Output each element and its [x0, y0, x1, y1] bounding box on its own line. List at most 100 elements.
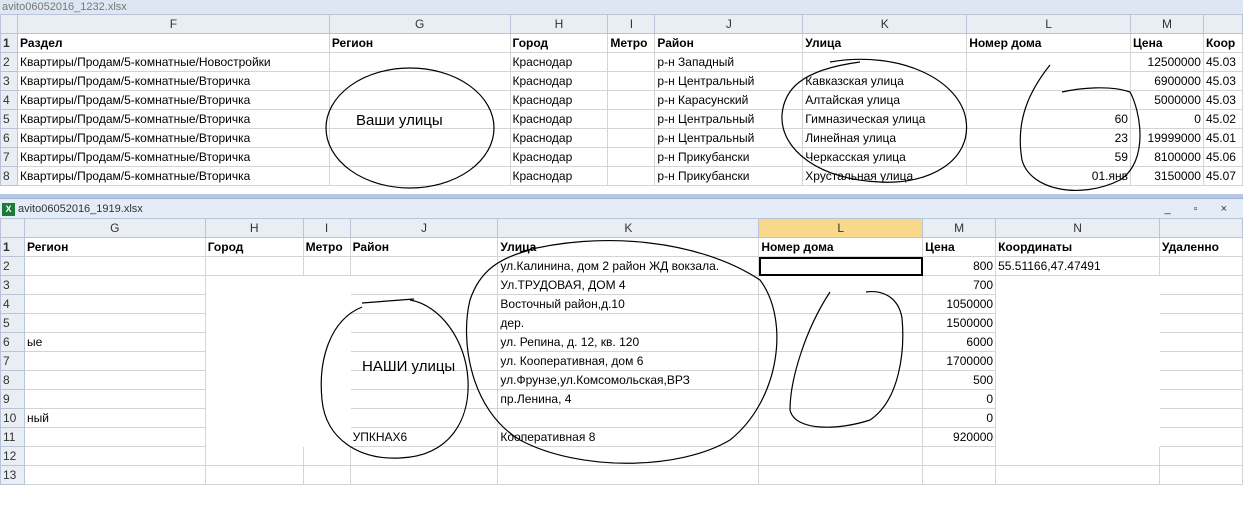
cell[interactable]: р-н Центральный: [654, 109, 804, 129]
cell[interactable]: [607, 128, 656, 148]
cell[interactable]: Координаты: [995, 237, 1160, 257]
column-header[interactable]: M: [1129, 14, 1204, 34]
cell[interactable]: [966, 52, 1131, 72]
cell[interactable]: р-н Карасунский: [654, 90, 804, 110]
cell[interactable]: [349, 256, 499, 276]
cell[interactable]: 5000000: [1129, 90, 1204, 110]
cell[interactable]: Квартиры/Продам/5-комнатные/Вторичка: [16, 128, 330, 148]
cell[interactable]: [204, 427, 304, 447]
column-header[interactable]: G: [23, 218, 206, 238]
cell[interactable]: [349, 465, 499, 485]
row-header[interactable]: 7: [0, 351, 25, 371]
column-header[interactable]: L: [966, 14, 1131, 34]
cell[interactable]: [1158, 294, 1243, 314]
cell[interactable]: [758, 427, 924, 447]
cell[interactable]: [302, 465, 351, 485]
column-header[interactable]: F: [16, 14, 330, 34]
row-header[interactable]: 8: [0, 370, 25, 390]
cell[interactable]: [302, 294, 351, 314]
row-header[interactable]: 7: [0, 147, 18, 167]
cell[interactable]: [302, 313, 351, 333]
cell[interactable]: [1158, 256, 1243, 276]
cell[interactable]: ул. Кооперативная, дом 6: [497, 351, 760, 371]
cell[interactable]: [758, 408, 924, 428]
cell[interactable]: [995, 351, 1160, 371]
cell[interactable]: 3150000: [1129, 166, 1204, 186]
row-header[interactable]: 2: [0, 256, 25, 276]
cell[interactable]: [607, 147, 656, 167]
cell[interactable]: [758, 351, 924, 371]
cell[interactable]: 1050000: [922, 294, 997, 314]
select-all-corner[interactable]: [0, 218, 25, 238]
cell[interactable]: [302, 256, 351, 276]
cell[interactable]: Ул.ТРУДОВАЯ, ДОМ 4: [497, 275, 760, 295]
cell[interactable]: 8100000: [1129, 147, 1204, 167]
cell[interactable]: пр.Ленина, 4: [497, 389, 760, 409]
cell[interactable]: [607, 71, 656, 91]
row-header[interactable]: 3: [0, 71, 18, 91]
cell[interactable]: [328, 52, 511, 72]
cell[interactable]: Квартиры/Продам/5-комнатные/Вторичка: [16, 90, 330, 110]
cell[interactable]: ул.Фрунзе,ул.Комсомольская,ВРЗ: [497, 370, 760, 390]
cell[interactable]: [328, 71, 511, 91]
cell[interactable]: [349, 313, 499, 333]
cell[interactable]: Коор: [1202, 33, 1243, 53]
cell[interactable]: [922, 465, 997, 485]
cell[interactable]: [204, 351, 304, 371]
cell[interactable]: Линейная улица: [802, 128, 968, 148]
cell[interactable]: 45.02: [1202, 109, 1243, 129]
cell[interactable]: [204, 275, 304, 295]
cell[interactable]: [995, 408, 1160, 428]
cell[interactable]: [204, 256, 304, 276]
cell[interactable]: [204, 465, 304, 485]
column-header[interactable]: N: [995, 218, 1160, 238]
cell[interactable]: [204, 389, 304, 409]
cell[interactable]: Хрустальная улица: [802, 166, 968, 186]
row-header[interactable]: 2: [0, 52, 18, 72]
cell[interactable]: [23, 427, 206, 447]
cell[interactable]: [328, 166, 511, 186]
cell[interactable]: [995, 389, 1160, 409]
cell[interactable]: Краснодар: [509, 166, 609, 186]
cell[interactable]: [349, 389, 499, 409]
window-2-titlebar[interactable]: Xavito06052016_1919.xlsx _ ▫ ×: [0, 198, 1243, 218]
cell[interactable]: 45.03: [1202, 90, 1243, 110]
cell[interactable]: [497, 408, 760, 428]
cell[interactable]: [758, 446, 924, 466]
row-header[interactable]: 10: [0, 408, 25, 428]
cell[interactable]: Раздел: [16, 33, 330, 53]
cell[interactable]: [204, 446, 304, 466]
cell[interactable]: Цена: [922, 237, 997, 257]
cell[interactable]: [1158, 427, 1243, 447]
cell[interactable]: [607, 166, 656, 186]
cell[interactable]: [966, 90, 1131, 110]
cell[interactable]: [1158, 446, 1243, 466]
cell[interactable]: 55.51166,47.47491: [995, 256, 1160, 276]
cell[interactable]: 6000: [922, 332, 997, 352]
cell[interactable]: Регион: [23, 237, 206, 257]
cell[interactable]: УПКНАХ6: [349, 427, 499, 447]
cell[interactable]: [23, 256, 206, 276]
cell[interactable]: 1700000: [922, 351, 997, 371]
cell[interactable]: 1500000: [922, 313, 997, 333]
cell[interactable]: Краснодар: [509, 147, 609, 167]
cell[interactable]: 800: [922, 256, 997, 276]
cell[interactable]: [23, 275, 206, 295]
row-header[interactable]: 9: [0, 389, 25, 409]
cell[interactable]: Цена: [1129, 33, 1204, 53]
cell[interactable]: [349, 408, 499, 428]
cell[interactable]: [1158, 313, 1243, 333]
cell[interactable]: р-н Прикубански: [654, 166, 804, 186]
cell[interactable]: Район: [654, 33, 804, 53]
cell[interactable]: Город: [204, 237, 304, 257]
cell[interactable]: 0: [1129, 109, 1204, 129]
cell[interactable]: Кооперативная 8: [497, 427, 760, 447]
cell[interactable]: [758, 370, 924, 390]
cell[interactable]: Регион: [328, 33, 511, 53]
cell[interactable]: [922, 446, 997, 466]
column-header[interactable]: G: [328, 14, 511, 34]
cell[interactable]: Город: [509, 33, 609, 53]
cell[interactable]: Метро: [302, 237, 351, 257]
cell[interactable]: Краснодар: [509, 52, 609, 72]
cell[interactable]: [758, 332, 924, 352]
